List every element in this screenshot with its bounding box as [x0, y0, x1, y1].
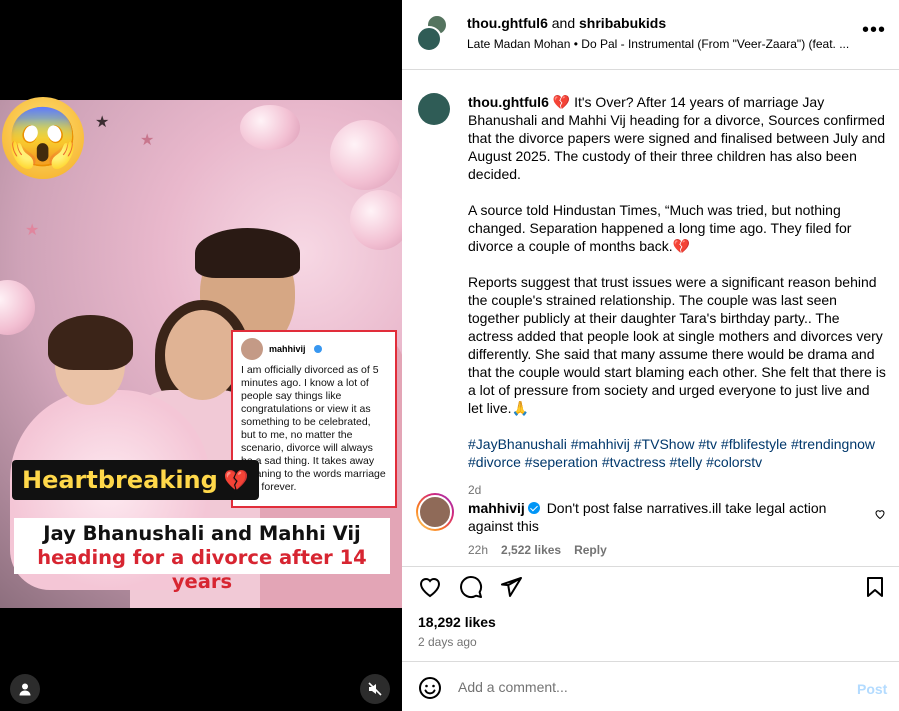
caption-username[interactable]: thou.ghtful6	[468, 94, 549, 110]
author-link[interactable]: thou.ghtful6	[467, 15, 548, 31]
comment-username[interactable]: mahhivij	[468, 500, 525, 516]
star-decoration: ★	[25, 222, 40, 239]
balloon	[330, 120, 400, 190]
mute-button[interactable]	[360, 674, 390, 704]
headline-line-2: heading for a divorce after 14 years	[37, 546, 367, 593]
verified-icon	[527, 502, 540, 514]
tagged-users-button[interactable]	[10, 674, 40, 704]
emoji-picker-button[interactable]	[418, 676, 442, 705]
user-icon	[19, 683, 31, 696]
comment-button[interactable]	[459, 575, 485, 601]
star-decoration: ★	[95, 114, 110, 131]
paper-plane-icon	[501, 577, 522, 597]
save-button[interactable]	[863, 575, 889, 601]
post-header: thou.ghtful6 and shribabukids Late Madan…	[402, 0, 899, 70]
balloon	[350, 190, 402, 250]
avatar[interactable]	[416, 26, 442, 52]
likes-count[interactable]: 18,292 likes	[418, 614, 496, 630]
heart-icon	[875, 510, 885, 520]
comment: mahhivij Don't post false narratives.ill…	[468, 499, 858, 535]
post-media[interactable]: ★ ★ ★ 😱 mahhivij I am officially divorce…	[0, 0, 402, 711]
like-button[interactable]	[418, 575, 444, 601]
shocked-face-icon: 😱	[2, 97, 84, 179]
reply-button[interactable]: Reply	[574, 543, 607, 557]
caption-timestamp: 2d	[468, 483, 482, 497]
post-authors: thou.ghtful6 and shribabukids	[467, 15, 666, 31]
avatar[interactable]	[416, 493, 454, 531]
media-headline: Jay Bhanushali and Mahhi Vij heading for…	[14, 518, 390, 593]
post-actions: 18,292 likes 2 days ago	[402, 566, 899, 661]
comment-like-button[interactable]	[874, 507, 886, 525]
audio-link[interactable]: Late Madan Mohan • Do Pal - Instrumental…	[467, 37, 857, 51]
quote-text: I am officially divorced as of 5 minutes…	[241, 364, 386, 493]
person-figure	[48, 315, 133, 370]
avatar	[241, 338, 263, 360]
author-link[interactable]: shribabukids	[579, 15, 666, 31]
avatar[interactable]	[418, 93, 450, 125]
caption-paragraph: Reports suggest that trust issues were a…	[468, 274, 886, 416]
comment-likes[interactable]: 2,522 likes	[501, 543, 561, 557]
star-decoration: ★	[140, 132, 155, 149]
quote-username: mahhivij	[269, 344, 306, 354]
comment-input[interactable]	[458, 674, 838, 700]
headline-line-1: Jay Bhanushali and Mahhi Vij	[43, 522, 361, 545]
smiley-icon	[419, 677, 441, 699]
comment-icon	[460, 576, 483, 599]
avatar-stack[interactable]	[416, 14, 456, 54]
post-caption: thou.ghtful6 💔 It's Over? After 14 years…	[468, 93, 888, 499]
heart-icon	[419, 578, 441, 598]
add-comment-bar: Post	[402, 661, 899, 711]
hashtags[interactable]: #JayBhanushali #mahhivij #TVShow #tv #fb…	[468, 435, 888, 471]
share-button[interactable]	[499, 575, 525, 601]
post-details-pane: thou.ghtful6 and shribabukids Late Madan…	[402, 0, 899, 711]
speaker-muted-icon	[368, 682, 382, 696]
balloon	[0, 280, 35, 335]
heartbreaking-tag: Heartbreaking 💔	[12, 460, 259, 500]
broken-heart-icon: 💔	[223, 469, 249, 492]
person-figure	[165, 310, 240, 400]
person-figure	[195, 228, 300, 278]
authors-joiner: and	[551, 15, 576, 31]
more-options-icon[interactable]: •••	[862, 20, 886, 40]
bookmark-icon	[867, 577, 883, 597]
comment-meta: 22h 2,522 likes Reply	[468, 543, 607, 557]
post-comment-button[interactable]: Post	[857, 681, 887, 697]
post-date[interactable]: 2 days ago	[418, 635, 477, 649]
verified-icon	[313, 345, 322, 353]
comment-time[interactable]: 22h	[468, 543, 488, 557]
balloon	[240, 105, 300, 150]
tag-label: Heartbreaking	[22, 466, 218, 494]
caption-paragraph: A source told Hindustan Times, “Much was…	[468, 202, 852, 254]
comments-section[interactable]: thou.ghtful6 💔 It's Over? After 14 years…	[402, 71, 899, 566]
